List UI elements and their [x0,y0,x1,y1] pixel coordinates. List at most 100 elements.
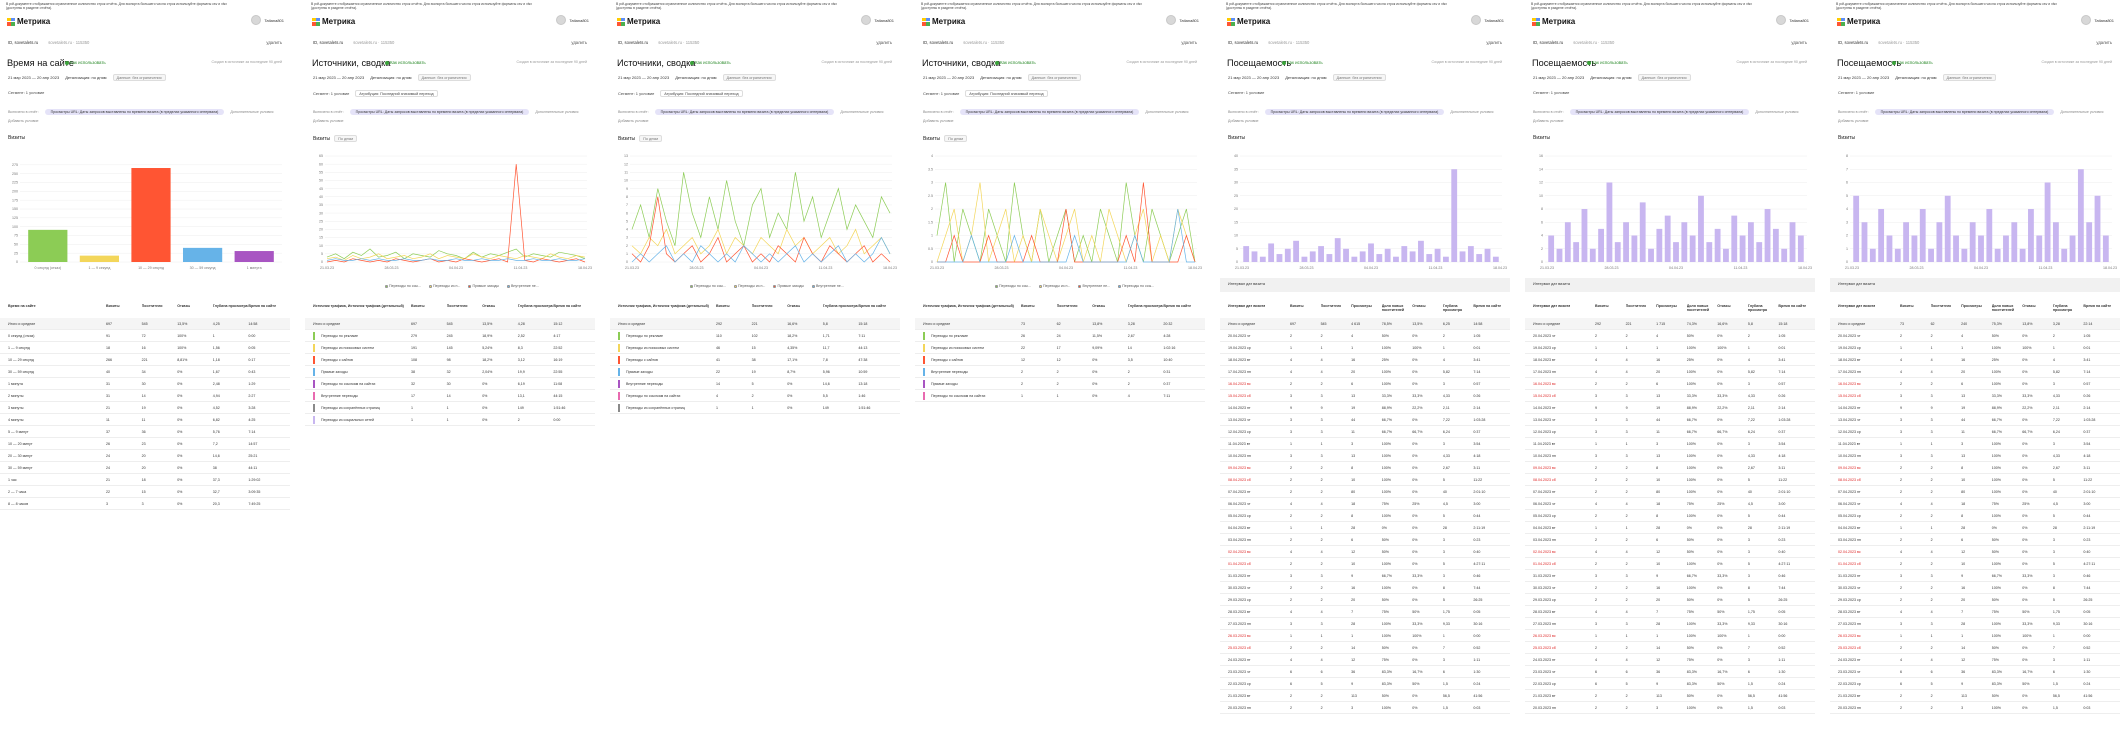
column-header[interactable]: Визиты [1595,304,1609,308]
table-row[interactable]: 27.03.2023 пн 3 3 28 100% 33,3% 9,33 30:16 [1220,618,1510,630]
bar[interactable] [1681,222,1688,262]
bar[interactable] [1739,235,1746,263]
column-header[interactable]: Глубина просмотра [1748,304,1779,312]
bar[interactable] [2077,169,2084,262]
table-row[interactable]: 1 — 9 секунд 18 16 100% 1,56 0:05 [0,342,290,354]
table-row[interactable]: Переходы по рекламе 279 245 18,9% 2,52 4:17 [305,330,595,342]
column-header[interactable]: Посетители [142,304,163,308]
table-row[interactable]: 05.04.2023 ср 2 2 8 100% 0% 5 0:44 [1220,510,1510,522]
table-row[interactable]: 20.03.2023 пн 2 2 3 100% 0% 1,5 0:03 [1525,702,1815,714]
table-row[interactable]: 05.04.2023 ср 2 2 8 100% 0% 5 0:44 [1525,510,1815,522]
bar[interactable] [1276,254,1283,262]
table-row[interactable]: 17.04.2023 пн 4 4 20 100% 0% 5,82 7:14 [1525,366,1815,378]
column-header[interactable]: Время на сайте [1473,304,1501,308]
table-row[interactable]: 31.03.2023 пт 3 3 9 66,7% 33,3% 3 0:46 [1830,570,2120,582]
data-type-select[interactable]: Данные: без ограничения [417,74,471,82]
column-header[interactable]: Доля новых посетителей [1992,304,2023,312]
data-type-select[interactable]: Данные: без ограничения [1942,74,1996,82]
table-row[interactable]: 4 минуты 11 11 0% 6,82 4:25 [0,414,290,426]
bar[interactable] [1442,256,1449,262]
table-row[interactable]: Переходы из социальных сетей 1 1 0% 2 0:00 [305,414,595,426]
bar[interactable] [1919,209,1926,262]
data-type-select[interactable]: Данные: без ограничения [112,74,166,82]
table-row[interactable]: 09.04.2023 вс 2 2 8 100% 0% 2,67 3:11 [1220,462,1510,474]
metrika-logo[interactable]: Метрика [1837,17,1880,26]
table-row[interactable]: 26.03.2023 вс 1 1 1 100% 100% 1 0:00 [1525,630,1815,642]
legend-item[interactable]: Переходы по ссы... [1118,284,1154,288]
bar[interactable] [1698,195,1704,262]
add-condition-link[interactable]: Добавить условие [1533,119,1564,123]
metrika-logo[interactable]: Метрика [1532,17,1575,26]
bar[interactable] [2094,195,2101,262]
delete-report-link[interactable]: удалить [2096,40,2112,45]
how-to-use-link[interactable]: Как использовать [1282,60,1323,65]
table-row[interactable]: Переходы из поисковых систем 22 17 9,09% 14 1… [915,342,1205,354]
table-row[interactable]: 12.04.2023 ср 3 3 11 66,7% 66,7% 6,24 0:37 [1525,426,1815,438]
table-row[interactable]: 03.04.2023 пн 2 2 6 50% 0% 3 0:23 [1830,534,2120,546]
bar[interactable] [1723,248,1729,262]
table-row[interactable]: 19.04.2023 ср 1 1 1 100% 100% 1 0:01 [1220,342,1510,354]
bar[interactable] [1459,251,1466,262]
table-row[interactable]: 2 — 7 часа 22 15 0% 32,7 3:09:35 [0,486,290,498]
bar[interactable] [1623,222,1629,262]
table-row[interactable]: 29.03.2023 ср 2 2 20 50% 0% 5 26:25 [1220,594,1510,606]
bar[interactable] [1309,251,1316,262]
detail-picker[interactable]: Детализация: по дням [980,75,1021,80]
metrika-logo[interactable]: Метрика [1227,17,1270,26]
table-row[interactable]: 21.03.2023 вт 2 2 113 50% 0% 56,5 41:56 [1525,690,1815,702]
user-menu[interactable]: Tatiana801 [1776,15,1809,25]
column-header[interactable]: Источник трафика, Источник трафика (дета… [618,304,709,308]
detail-picker[interactable]: Детализация: по дням [1285,75,1326,80]
bar[interactable] [1401,246,1408,262]
table-row[interactable]: 06.04.2023 чт 4 4 18 75% 25% 4,5 3:00 [1525,498,1815,510]
table-row[interactable]: 0 секунд (отказ) 91 72 100% 1 0:00 [0,330,290,342]
table-row[interactable]: 10.04.2023 пн 3 3 13 100% 0% 4,33 4:18 [1525,450,1815,462]
bar[interactable] [1376,254,1383,262]
table-row[interactable]: 28.03.2023 вт 4 4 7 75% 50% 1,75 0:05 [1220,606,1510,618]
table-row[interactable]: 28.03.2023 вт 4 4 7 75% 50% 1,75 0:05 [1830,606,2120,618]
how-to-use-link[interactable]: Как использовать [385,60,426,65]
table-row[interactable]: 09.04.2023 вс 2 2 8 100% 0% 2,67 3:11 [1525,462,1815,474]
table-row[interactable]: 02.04.2023 вс 4 4 12 50% 0% 3 0:40 [1220,546,1510,558]
segment-button[interactable]: Сегмент: 1 условие [8,90,44,95]
column-header[interactable]: Время на сайте [1778,304,1806,308]
bar[interactable] [1259,256,1266,262]
legend-item[interactable]: Переходы из п... [428,284,460,288]
metrika-logo[interactable]: Метрика [922,17,965,26]
table-row[interactable]: 15.04.2023 сб 3 3 13 33,3% 33,3% 4,33 0:26 [1525,390,1815,402]
table-row[interactable]: 26.03.2023 вс 1 1 1 100% 100% 1 0:00 [1220,630,1510,642]
bar[interactable] [1326,254,1333,262]
column-header[interactable]: Интервал дат визита [1838,304,1875,308]
grouping-header[interactable]: Интервал дат визита [1220,278,1510,292]
how-to-use-link[interactable]: Как использовать [690,60,731,65]
column-header[interactable]: Визиты [1021,304,1035,308]
table-row[interactable]: 11.04.2023 вт 1 1 3 100% 0% 3 3:54 [1830,438,2120,450]
table-row[interactable]: 8 — 8 часов 3 3 0% 20,3 7:49:25 [0,498,290,510]
how-to-use-link[interactable]: Как использовать [1587,60,1628,65]
bar[interactable] [1243,246,1250,262]
legend-item[interactable]: Прямые заходы [773,284,804,288]
table-row[interactable]: Прямые заходы 22 19 8,7% 5,96 10:59 [610,366,900,378]
table-row[interactable]: 10 — 20 минут 26 23 0% 7,2 14:57 [0,438,290,450]
legend-item[interactable]: Внутренние пе... [1078,284,1110,288]
legend-item[interactable]: Прямые заходы [468,284,499,288]
delete-report-link[interactable]: удалить [1486,40,1502,45]
add-condition-link[interactable]: Добавить условие [1838,119,1869,123]
legend-item[interactable]: Переходы по ссы... [385,284,421,288]
table-row[interactable]: Переходы с сайтов 12 12 0% 3,5 10:40 [915,354,1205,366]
bar[interactable] [1994,248,2001,262]
bar[interactable] [1351,256,1358,262]
more-conditions-link[interactable]: Дополнительные условия [230,110,273,114]
column-header[interactable]: Время на сайте [858,304,886,308]
column-header[interactable]: Отказы [1092,304,1105,308]
bar[interactable] [1293,240,1300,262]
column-header[interactable]: Время на сайте [8,304,36,308]
table-row[interactable]: 2 минуты 31 14 0% 4,94 2:27 [0,390,290,402]
filter-chip[interactable]: Просмотры URL: Даты запросов выставлены … [349,109,530,115]
bar[interactable] [1673,242,1679,262]
table-row[interactable]: 04.04.2023 вт 1 1 28 0% 0% 28 2:11:19 [1220,522,1510,534]
user-menu[interactable]: Tatiana801 [861,15,894,25]
bar[interactable] [1418,240,1424,262]
segment-button[interactable]: Сегмент: 1 условие [1838,90,1874,95]
bar[interactable] [1969,222,1976,262]
